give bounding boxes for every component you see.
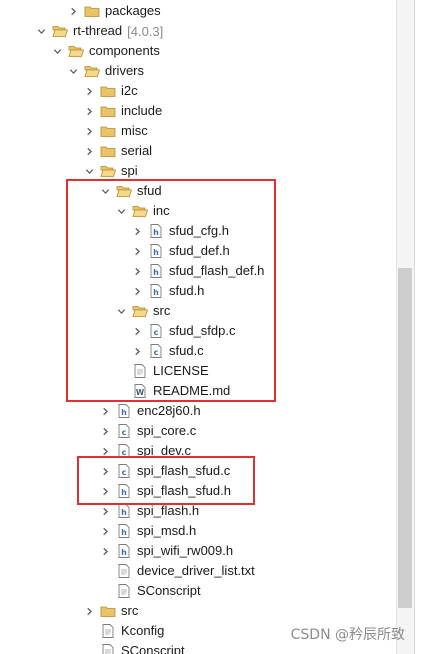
tree-item-label: rt-thread <box>73 23 123 38</box>
highlight-box-spi-flash-sfud <box>77 456 255 505</box>
folder-open-icon <box>52 21 68 41</box>
tree-item-label: SConscript <box>137 583 201 598</box>
tree-item-label: components <box>89 43 160 58</box>
tree-item-label: spi_wifi_rw009.h <box>137 543 234 558</box>
text-file-icon <box>100 641 116 654</box>
tree-item-label: misc <box>121 123 148 138</box>
tree-item-label: enc28j60.h <box>137 403 201 418</box>
chevron-right-icon[interactable] <box>98 521 112 541</box>
folder-spi[interactable]: spi <box>0 161 396 181</box>
file-spi-core-c[interactable]: c spi_core.c <box>0 421 396 441</box>
chevron-down-icon[interactable] <box>34 21 48 41</box>
tree-item-label: serial <box>121 143 153 158</box>
chevron-right-icon[interactable] <box>82 101 96 121</box>
c-file-icon: c <box>116 421 132 441</box>
chevron-placeholder <box>82 621 96 641</box>
tree-item-label: drivers <box>105 63 145 78</box>
chevron-down-icon[interactable] <box>82 161 96 181</box>
chevron-right-icon[interactable] <box>82 81 96 101</box>
chevron-right-icon[interactable] <box>82 121 96 141</box>
svg-text:h: h <box>121 508 127 517</box>
folder-misc[interactable]: misc <box>0 121 396 141</box>
tree-item-label: packages <box>105 3 161 18</box>
folder-icon <box>100 121 116 141</box>
text-file-icon <box>116 581 132 601</box>
folder-open-icon <box>84 61 100 81</box>
tree-item-label: spi_msd.h <box>137 523 197 538</box>
chevron-right-icon[interactable] <box>98 541 112 561</box>
folder-icon <box>100 81 116 101</box>
chevron-right-icon[interactable] <box>98 401 112 421</box>
text-file-icon <box>116 561 132 581</box>
chevron-right-icon[interactable] <box>66 1 80 21</box>
file-device-driver-list-txt[interactable]: device_driver_list.txt <box>0 561 396 581</box>
folder-include[interactable]: include <box>0 101 396 121</box>
watermark: CSDN @矜辰所致 <box>290 627 405 643</box>
folder-serial[interactable]: serial <box>0 141 396 161</box>
scrollbar-thumb[interactable] <box>398 268 412 608</box>
folder-icon <box>100 601 116 621</box>
file-enc28j60-h[interactable]: h enc28j60.h <box>0 401 396 421</box>
text-file-icon <box>100 621 116 641</box>
chevron-placeholder <box>98 581 112 601</box>
chevron-right-icon[interactable] <box>98 421 112 441</box>
tree-item-label: include <box>121 103 163 118</box>
tree-item-label: spi_core.c <box>137 423 197 438</box>
tree-item-label: i2c <box>121 83 138 98</box>
file-spi-msd-h[interactable]: h spi_msd.h <box>0 521 396 541</box>
chevron-placeholder <box>82 641 96 654</box>
tree-item-label: device_driver_list.txt <box>137 563 255 578</box>
folder-i2c[interactable]: i2c <box>0 81 396 101</box>
folder-open-icon <box>68 41 84 61</box>
svg-text:c: c <box>122 428 127 437</box>
chevron-right-icon[interactable] <box>82 601 96 621</box>
chevron-down-icon[interactable] <box>50 41 64 61</box>
folder-icon <box>100 101 116 121</box>
folder-components[interactable]: components <box>0 41 396 61</box>
folder-icon <box>84 1 100 21</box>
header-file-icon: h <box>116 401 132 421</box>
chevron-placeholder <box>98 561 112 581</box>
folder-icon <box>100 141 116 161</box>
version-tag: [4.0.3] <box>127 23 164 39</box>
file-sconscript-spi[interactable]: SConscript <box>0 581 396 601</box>
folder-open-icon <box>100 161 116 181</box>
highlight-box-sfud <box>66 179 276 402</box>
svg-text:h: h <box>121 548 127 557</box>
svg-text:h: h <box>121 528 127 537</box>
chevron-down-icon[interactable] <box>66 61 80 81</box>
header-file-icon: h <box>116 541 132 561</box>
folder-src-drivers[interactable]: src <box>0 601 396 621</box>
tree-item-label: Kconfig <box>121 623 165 638</box>
tree-item-label: src <box>121 603 139 618</box>
folder-packages[interactable]: packages <box>0 1 396 21</box>
panel-edge <box>414 0 421 654</box>
chevron-right-icon[interactable] <box>82 141 96 161</box>
svg-text:h: h <box>121 408 127 417</box>
folder-drivers[interactable]: drivers <box>0 61 396 81</box>
tree-item-label: SConscript <box>121 643 185 654</box>
folder-rt-thread[interactable]: rt-thread [4.0.3] <box>0 21 396 41</box>
file-spi-wifi-rw009-h[interactable]: h spi_wifi_rw009.h <box>0 541 396 561</box>
header-file-icon: h <box>116 521 132 541</box>
tree-item-label: spi <box>121 163 138 178</box>
